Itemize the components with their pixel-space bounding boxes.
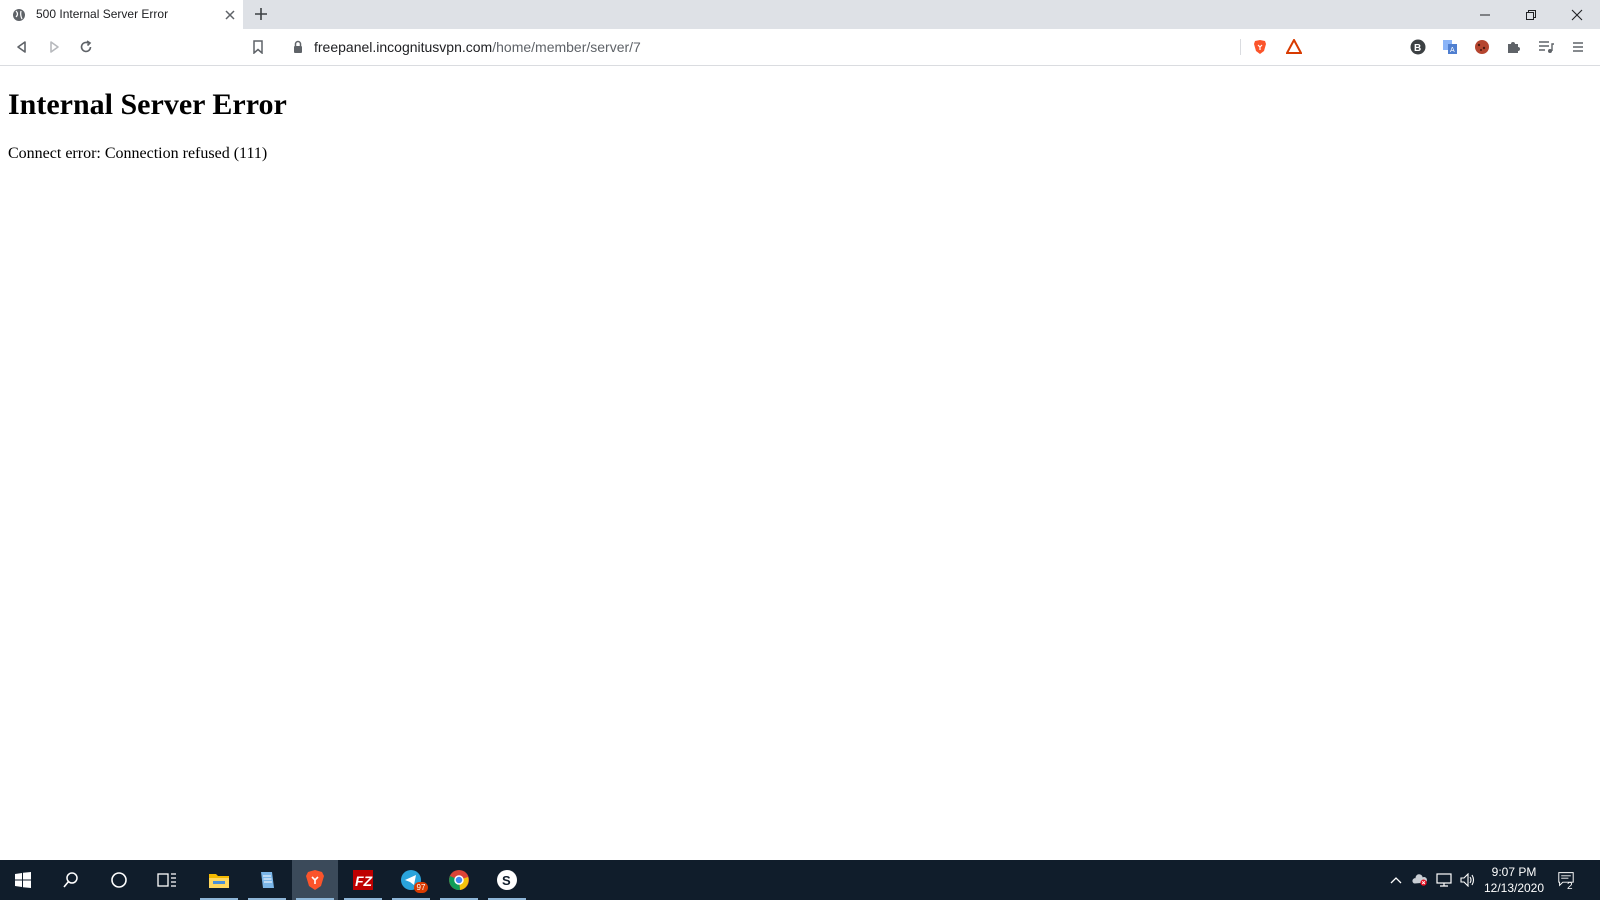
start-button-icon[interactable] (0, 860, 46, 900)
cortana-icon[interactable] (96, 860, 142, 900)
cookie-extension-icon[interactable] (1474, 39, 1490, 55)
taskbar-file-explorer[interactable] (196, 860, 242, 900)
search-icon[interactable] (48, 860, 94, 900)
url-host: freepanel.incognitusvpn.com (314, 39, 493, 55)
system-clock[interactable]: 9:07 PM 12/13/2020 (1482, 864, 1546, 896)
taskbar-brave[interactable] (292, 860, 338, 900)
filezilla-icon: FZ (353, 870, 373, 890)
clock-date: 12/13/2020 (1483, 881, 1545, 895)
extension-b-icon[interactable]: B (1410, 39, 1426, 55)
show-hidden-icons-chevron-icon[interactable] (1388, 872, 1404, 888)
close-tab-icon[interactable] (224, 8, 236, 20)
notepad-icon (261, 872, 274, 888)
forward-icon[interactable] (46, 39, 62, 55)
network-icon[interactable] (1436, 872, 1452, 888)
taskbar-telegram[interactable]: 97 (388, 860, 434, 900)
notification-count: 2 (1567, 881, 1573, 892)
media-playlist-icon[interactable] (1538, 39, 1554, 55)
extensions-puzzle-icon[interactable] (1506, 39, 1522, 55)
svg-text:FZ: FZ (355, 873, 373, 889)
svg-text:A: A (1450, 47, 1455, 54)
taskbar-skype[interactable]: S (484, 860, 530, 900)
back-icon[interactable] (14, 39, 30, 55)
taskbar-notepad[interactable] (244, 860, 290, 900)
error-message: Connect error: Connection refused (111) (8, 145, 268, 162)
task-view-icon[interactable] (144, 860, 190, 900)
brave-rewards-icon[interactable] (1286, 39, 1302, 55)
chrome-app-icon (449, 870, 469, 891)
url-path: /home/member/server/7 (492, 39, 641, 55)
minimize-icon[interactable] (1462, 0, 1508, 29)
telegram-unread-badge: 97 (414, 882, 428, 893)
reload-icon[interactable] (78, 39, 94, 55)
clock-time: 9:07 PM (1491, 865, 1537, 879)
taskbar-chrome-app[interactable] (436, 860, 482, 900)
skype-icon: S (497, 870, 517, 890)
tab-title: 500 Internal Server Error (36, 7, 169, 21)
svg-text:S: S (502, 873, 511, 888)
onedrive-error-icon[interactable] (1412, 872, 1428, 888)
brave-shields-icon[interactable] (1252, 39, 1268, 55)
bookmark-icon[interactable] (250, 39, 266, 55)
close-window-icon[interactable] (1554, 0, 1600, 29)
page-content: Internal Server Error Connect error: Con… (0, 66, 1600, 860)
restore-icon[interactable] (1508, 0, 1554, 29)
omnibox-divider (1240, 39, 1241, 55)
globe-icon (12, 8, 26, 22)
address-bar[interactable]: freepanel.incognitusvpn.com/home/member/… (280, 33, 1312, 61)
translate-icon[interactable]: A (1442, 39, 1458, 55)
browser-toolbar: freepanel.incognitusvpn.com/home/member/… (0, 29, 1600, 66)
tab-strip: 500 Internal Server Error (0, 0, 1600, 29)
tab-active[interactable]: 500 Internal Server Error (0, 0, 243, 29)
file-explorer-icon (209, 874, 229, 888)
lock-icon[interactable] (290, 39, 306, 55)
windows-taskbar: FZ 97 S 9:07 PM 12/13/2020 2 (0, 860, 1600, 900)
menu-icon[interactable] (1570, 39, 1586, 55)
url-text: freepanel.incognitusvpn.com/home/member/… (314, 39, 641, 55)
page-title: Internal Server Error (8, 88, 287, 121)
volume-icon[interactable] (1460, 872, 1476, 888)
brave-browser-icon (306, 870, 324, 890)
svg-text:B: B (1414, 43, 1421, 54)
taskbar-filezilla[interactable]: FZ (340, 860, 386, 900)
new-tab-icon[interactable] (254, 7, 268, 21)
